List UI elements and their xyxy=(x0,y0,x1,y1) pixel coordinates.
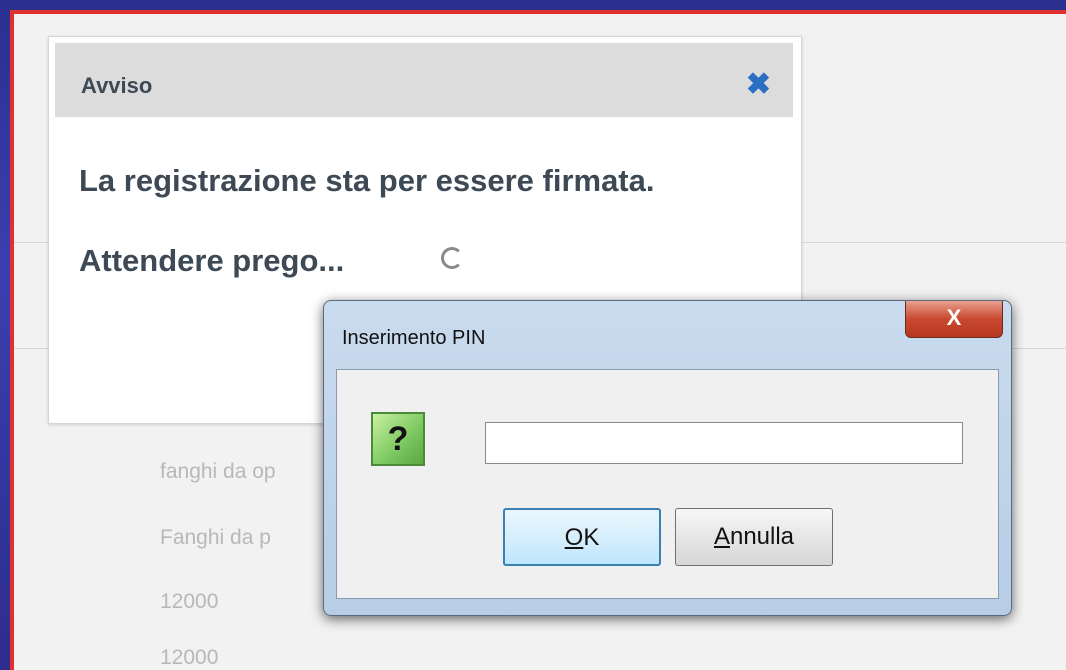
pin-dialog: Inserimento PIN X ? OK Annulla xyxy=(323,300,1012,616)
loading-spinner-icon xyxy=(441,247,463,269)
notice-title: Avviso xyxy=(81,73,153,98)
question-icon: ? xyxy=(371,412,425,466)
pin-input[interactable] xyxy=(485,422,963,464)
notice-wait-text: Attendere prego... xyxy=(79,243,345,278)
notice-message: La registrazione sta per essere firmata. xyxy=(79,163,655,198)
close-button[interactable]: X xyxy=(905,301,1003,338)
ok-label-rest: K xyxy=(583,524,600,551)
cancel-button[interactable]: Annulla xyxy=(675,508,833,566)
background-row-text: fanghi da op xyxy=(160,460,276,483)
background-row-text: 12000 xyxy=(160,590,219,613)
cancel-label-rest: nnulla xyxy=(729,523,795,550)
ok-mnemonic: O xyxy=(564,524,584,551)
background-row-text: 12000 xyxy=(160,646,219,669)
pin-dialog-body: ? OK Annulla xyxy=(336,369,999,599)
background-row-text: Fanghi da p xyxy=(160,526,271,549)
cancel-mnemonic: A xyxy=(713,523,730,550)
notice-header: Avviso ✖ xyxy=(55,43,793,117)
close-icon[interactable]: ✖ xyxy=(746,67,771,102)
ok-button[interactable]: OK xyxy=(503,508,661,566)
pin-dialog-title: Inserimento PIN xyxy=(342,327,486,349)
